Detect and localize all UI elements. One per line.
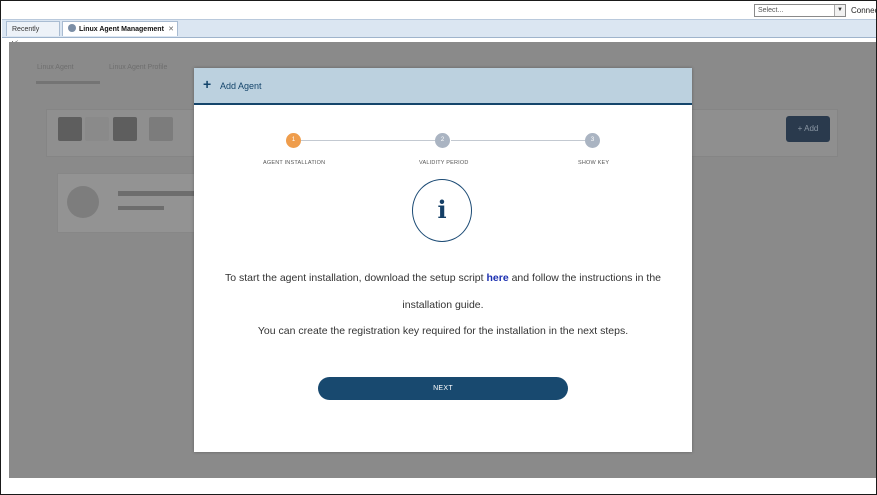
status-bar bbox=[2, 478, 876, 494]
grid-view-icon bbox=[58, 117, 82, 141]
tab-recently-view[interactable]: Recently View bbox=[6, 21, 60, 48]
globe-icon bbox=[68, 24, 76, 33]
step-2-label: VALIDITY PERIOD bbox=[419, 160, 469, 166]
info-glyph: i bbox=[437, 195, 447, 224]
add-button-background: + Add bbox=[786, 116, 830, 142]
subtab-linux-agent: Linux Agent bbox=[37, 64, 74, 71]
step-1-label: AGENT INSTALLATION bbox=[263, 160, 326, 166]
instruction-line-2: installation guide. bbox=[402, 299, 484, 311]
download-script-link[interactable]: here bbox=[486, 272, 508, 284]
connect-link[interactable]: Connect bbox=[851, 6, 876, 15]
tab-bar: Recently View Linux Agent Management ✕ bbox=[2, 19, 876, 48]
wizard-stepper: 1 2 3 AGENT INSTALLATION VALIDITY PERIOD… bbox=[194, 68, 692, 178]
instruction-text: and follow the instructions in the bbox=[508, 272, 662, 284]
instruction-text: To start the agent installation, downloa… bbox=[224, 272, 487, 284]
add-agent-dialog: + Add Agent 1 2 3 AGENT INSTALLATION VAL… bbox=[194, 68, 692, 452]
app-window: Select... ▼ Connect Recently View Linux … bbox=[0, 0, 877, 495]
agent-name-placeholder bbox=[118, 191, 194, 196]
close-tab-icon[interactable]: ✕ bbox=[168, 22, 174, 37]
instruction-line-1: To start the agent installation, downloa… bbox=[194, 272, 692, 284]
subtab-linux-agent-profile: Linux Agent Profile bbox=[109, 64, 168, 71]
connection-select[interactable]: Select... ▼ bbox=[754, 4, 846, 17]
agent-avatar bbox=[67, 186, 99, 218]
next-button[interactable]: NEXT bbox=[318, 377, 568, 400]
tab-label: Linux Agent Management bbox=[79, 26, 164, 33]
step-3-label: SHOW KEY bbox=[578, 160, 610, 166]
step-2-indicator: 2 bbox=[435, 133, 450, 148]
instruction-line-3: You can create the registration key requ… bbox=[257, 325, 629, 337]
list-view-icon bbox=[85, 117, 109, 141]
agent-version-placeholder bbox=[118, 206, 164, 210]
subtab-underline bbox=[36, 81, 100, 84]
chevron-down-icon[interactable]: ▼ bbox=[834, 5, 845, 16]
select-value: Select... bbox=[758, 7, 784, 14]
step-connector bbox=[451, 140, 585, 141]
filter-icon bbox=[113, 117, 137, 141]
tab-linux-agent-management[interactable]: Linux Agent Management ✕ bbox=[62, 21, 178, 36]
step-1-indicator: 1 bbox=[286, 133, 301, 148]
step-3-indicator: 3 bbox=[585, 133, 600, 148]
info-icon: i bbox=[412, 179, 472, 242]
top-bar: Select... ▼ Connect bbox=[2, 2, 876, 19]
step-connector bbox=[301, 140, 435, 141]
search-icon bbox=[149, 117, 173, 141]
